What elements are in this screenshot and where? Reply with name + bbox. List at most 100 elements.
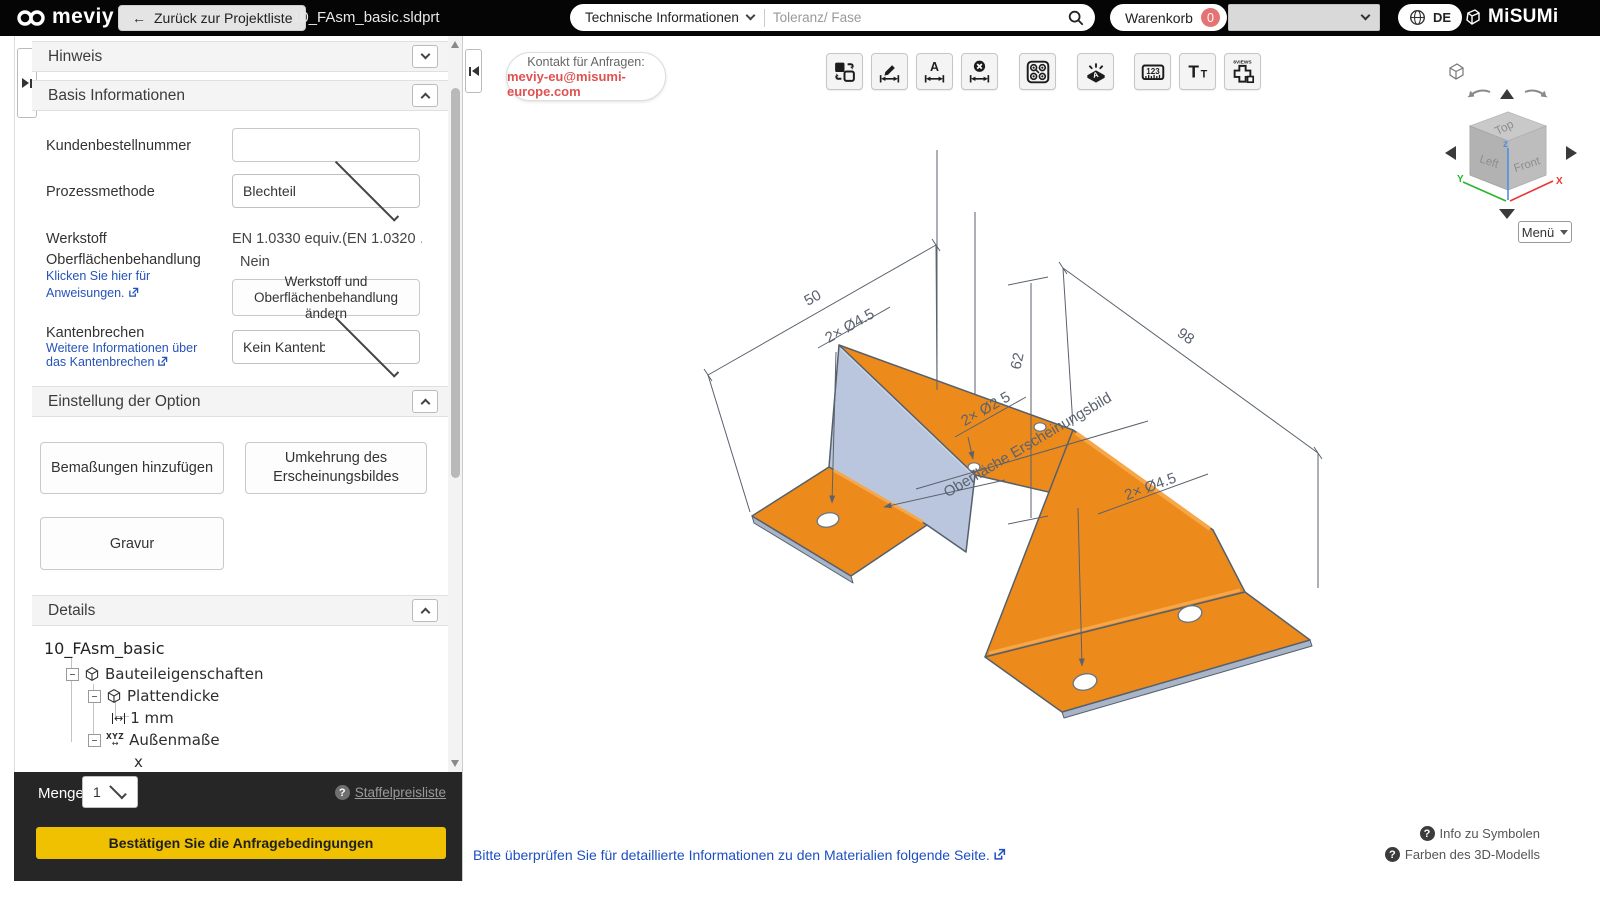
umkehrung-button[interactable]: Umkehrung des Erscheinungsbildes — [245, 442, 427, 494]
view-menu-button[interactable]: Menü — [1518, 221, 1572, 243]
kundenbestellnummer-input[interactable] — [232, 128, 420, 162]
section-hinweis-title: Hinweis — [48, 48, 412, 66]
delete-dimension-button[interactable] — [961, 53, 998, 90]
tree-collapse-box[interactable] — [88, 690, 101, 703]
cart-button[interactable]: Warenkorb 0 — [1110, 4, 1227, 31]
external-link-icon — [157, 356, 168, 367]
prozessmethode-value: Blechteil — [243, 183, 325, 199]
staffelpreisliste-link[interactable]: ? Staffelpreisliste — [335, 785, 446, 800]
model-colors-link[interactable]: ? Farben des 3D-Modells — [1360, 847, 1540, 862]
werkstoff-aendern-button[interactable]: Werkstoff und Oberflächenbehandlung ände… — [232, 279, 420, 316]
rotate-left-triangle[interactable] — [1445, 146, 1456, 160]
hole-pattern-button[interactable] — [1019, 53, 1056, 90]
measure-button[interactable]: 123 — [1134, 53, 1171, 90]
search-category-dropdown[interactable]: Technische Informationen — [570, 10, 764, 25]
tree-item-thickness[interactable]: ↔ 1 mm — [112, 709, 174, 727]
six-views-button[interactable]: 6VIEWS — [1224, 53, 1261, 90]
triangle-down-icon — [1560, 230, 1568, 235]
werkstoff-value: EN 1.0330 equiv.(EN 1.0320 … — [232, 231, 422, 247]
kantenbrechen-link-text: das Kantenbrechen — [46, 355, 154, 369]
chevron-down-icon — [109, 781, 127, 799]
back-to-projects-button[interactable]: ← Zurück zur Projektliste — [118, 5, 306, 31]
header-select[interactable] — [1228, 4, 1380, 31]
footer-panel: Menge 1 ? Staffelpreisliste Bestätigen S… — [14, 772, 462, 881]
replace-shape-button[interactable] — [826, 53, 863, 90]
rotate-right-triangle[interactable] — [1566, 146, 1577, 160]
tree-collapse-box[interactable] — [66, 668, 79, 681]
werkstoff-label: Werkstoff — [46, 231, 107, 247]
dim-height: 62 — [1008, 351, 1028, 371]
confirm-request-button[interactable]: Bestätigen Sie die Anfragebedingungen — [36, 827, 446, 859]
section-hinweis[interactable]: Hinweis — [32, 41, 448, 72]
language-button[interactable]: DE — [1398, 4, 1462, 31]
language-label: DE — [1433, 10, 1451, 25]
sheet-metal-part[interactable] — [752, 345, 1312, 718]
basis-collapse-button[interactable] — [412, 84, 438, 107]
anweisungen-link-line1[interactable]: Klicken Sie hier für — [46, 269, 150, 283]
engraving-button[interactable]: A — [1077, 53, 1114, 90]
tree-item-plattendicke[interactable]: Plattendicke — [88, 687, 219, 705]
rotate-up-arrow[interactable] — [1500, 89, 1514, 99]
section-details[interactable]: Details — [32, 595, 448, 626]
section-basis[interactable]: Basis Informationen — [32, 80, 448, 111]
text-dimension-button[interactable]: A — [916, 53, 953, 90]
globe-icon — [1409, 9, 1426, 26]
details-collapse-button[interactable] — [412, 599, 438, 622]
file-name: 10_FAsm_basic.sldprt — [292, 9, 440, 26]
materials-info-link[interactable]: Bitte überprüfen Sie für detaillierte In… — [473, 847, 1006, 863]
tree-collapse-box[interactable] — [88, 734, 101, 747]
bemassungen-button[interactable]: Bemaßungen hinzufügen — [40, 442, 224, 494]
ruler-123-icon: 123 — [1140, 59, 1166, 85]
text-size-icon: T T — [1185, 59, 1211, 85]
external-link-icon — [128, 287, 139, 298]
section-basis-title: Basis Informationen — [48, 87, 412, 105]
edit-dimension-button[interactable] — [871, 53, 908, 90]
chevron-down-icon — [420, 50, 430, 60]
kantenbrechen-select[interactable]: Kein Kantenbrechen (K… — [232, 330, 420, 364]
tree-root[interactable]: 10_FAsm_basic — [44, 639, 165, 658]
iso-view-icon[interactable] — [1450, 64, 1463, 79]
search-input[interactable] — [765, 10, 1067, 25]
rotate-left-arrow[interactable] — [1470, 91, 1490, 96]
axis-x-label: X — [1556, 176, 1563, 187]
font-size-button[interactable]: T T — [1179, 53, 1216, 90]
kantenbrechen-link-line2[interactable]: das Kantenbrechen — [46, 355, 168, 369]
arrow-left-icon: ← — [132, 10, 146, 26]
tree-item-x[interactable]: x — [134, 753, 143, 771]
info-symbols-link[interactable]: ? Info zu Symbolen — [1360, 826, 1540, 841]
tree-item-bauteileigenschaften[interactable]: Bauteileigenschaften — [66, 665, 263, 683]
materials-info-text: Bitte überprüfen Sie für detaillierte In… — [473, 847, 990, 863]
cart-label: Warenkorb — [1125, 10, 1193, 26]
misumi-logo-text: MiSUMi — [1488, 6, 1558, 28]
oberflaeche-value: Nein — [240, 254, 270, 270]
misumi-brand: MiSUMi — [1462, 6, 1558, 28]
menge-value: 1 — [93, 784, 109, 800]
anweisungen-link-line2[interactable]: Anweisungen. — [46, 286, 139, 300]
dim-holes-left: 2× Ø4.5 — [822, 305, 877, 346]
external-link-icon — [993, 848, 1006, 861]
oberflaeche-label: Oberflächenbehandlung — [46, 252, 201, 268]
option-collapse-button[interactable] — [412, 390, 438, 413]
dimension-icon: ↔ — [112, 713, 125, 724]
model-viewport[interactable]: 50 2× Ø4.5 62 98 2× Ø2.5 Oberfläche Ersc… — [600, 150, 1350, 750]
hinweis-expand-button[interactable] — [412, 45, 438, 68]
canvas-collapse-handle[interactable] — [465, 49, 482, 93]
scroll-down-arrow[interactable] — [451, 760, 459, 767]
dim-length: 98 — [1174, 325, 1197, 349]
scrollbar-thumb[interactable] — [451, 88, 460, 478]
svg-text:T: T — [1188, 61, 1199, 81]
rotate-right-arrow[interactable] — [1525, 91, 1545, 96]
tree-item-label: Bauteileigenschaften — [105, 665, 263, 683]
gravur-button[interactable]: Gravur — [40, 517, 224, 570]
scroll-up-arrow[interactable] — [451, 41, 459, 48]
contact-email-link[interactable]: meviy-eu@misumi-europe.com — [507, 69, 665, 99]
view-navigation[interactable]: Top Left Front Y X z — [1405, 45, 1600, 225]
sidebar-scrollbar[interactable] — [448, 36, 462, 772]
rotate-down-arrow[interactable] — [1499, 209, 1515, 219]
section-option[interactable]: Einstellung der Option — [32, 386, 448, 417]
kantenbrechen-link-line1[interactable]: Weitere Informationen über — [46, 341, 197, 355]
menge-select[interactable]: 1 — [82, 776, 138, 808]
search-icon[interactable] — [1067, 9, 1085, 27]
tree-item-aussenmasse[interactable]: XYZ ↔ Außenmaße — [88, 731, 220, 749]
prozessmethode-select[interactable]: Blechteil — [232, 174, 420, 208]
